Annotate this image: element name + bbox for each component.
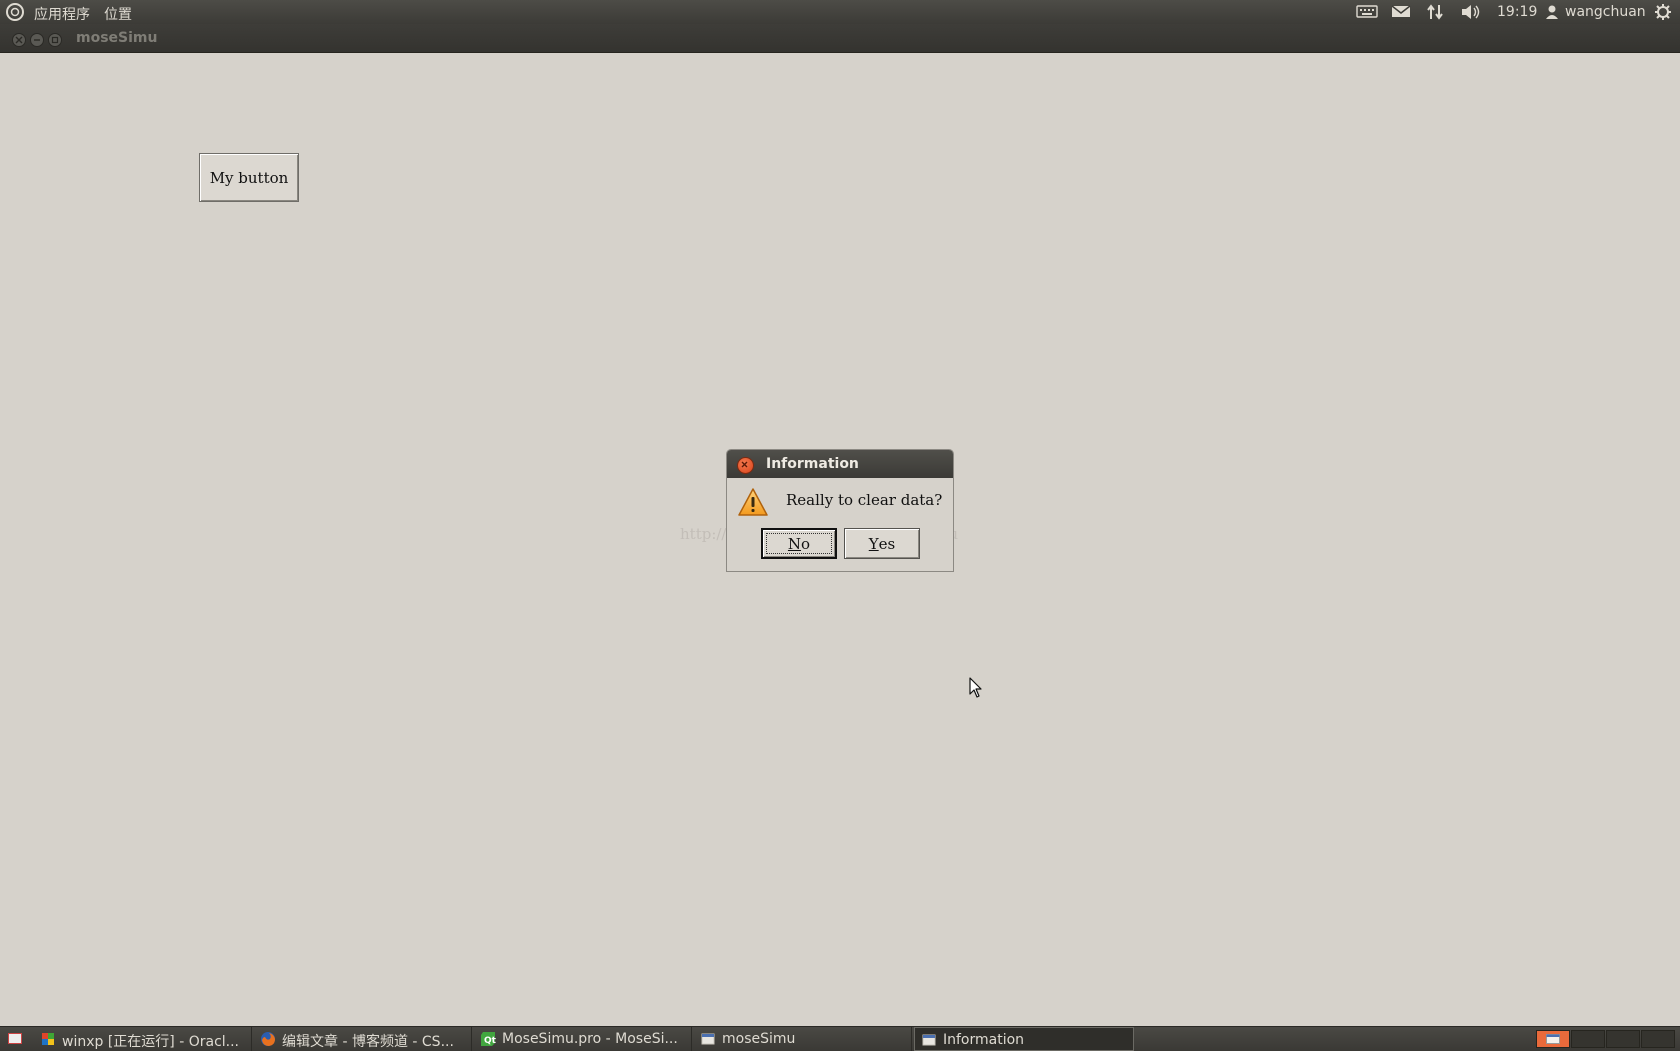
window-minimize-button[interactable] [30,33,44,47]
yes-label-rest: es [878,534,896,553]
workspace-1[interactable] [1536,1030,1570,1048]
user-name: wangchuan [1565,4,1646,20]
window-titlebar[interactable]: moseSimu [0,24,1680,53]
taskbar: winxp [正在运行] - Oracl... 编辑文章 - 博客频道 - CS… [0,1026,1680,1051]
menu-places[interactable]: 位置 [104,4,132,24]
ubuntu-logo-icon[interactable] [6,3,24,21]
task-information[interactable]: Information [914,1027,1134,1051]
dialog-titlebar[interactable]: Information [727,450,953,478]
focus-ring [766,533,832,554]
dialog-close-button[interactable] [737,457,754,474]
menu-applications[interactable]: 应用程序 [34,4,90,24]
mail-icon [1391,5,1411,17]
show-desktop-icon[interactable] [8,1033,22,1044]
task-firefox[interactable]: 编辑文章 - 博客频道 - CS... [254,1027,472,1051]
window-title: moseSimu [76,30,158,46]
minimize-icon [34,39,40,41]
window-icon [1546,1034,1560,1044]
power-icon [1655,4,1671,20]
workspace-3[interactable] [1606,1030,1640,1048]
maximize-icon [51,36,59,44]
information-dialog: Information Really to clear data? No Yes [726,449,954,572]
dialog-message: Really to clear data? [786,491,943,509]
firefox-icon [261,1032,275,1046]
close-icon [741,461,748,468]
warning-icon [738,488,768,516]
task-label: 编辑文章 - 博客频道 - CS... [282,1034,454,1050]
my-button[interactable]: My button [199,153,299,202]
no-button[interactable]: No [761,528,837,559]
svg-text:Qt: Qt [484,1036,496,1046]
task-label: Information [943,1032,1025,1048]
yes-mnemonic: Y [868,534,879,553]
window-icon [922,1034,936,1046]
task-label: winxp [正在运行] - Oracl... [62,1034,240,1050]
task-label: MoseSimu.pro - MoseSi... [502,1031,678,1047]
task-winxp[interactable]: winxp [正在运行] - Oracl... [34,1027,252,1051]
keyboard-icon [1356,5,1378,18]
window-icon [701,1033,715,1045]
window-maximize-button[interactable] [48,33,62,47]
close-icon [15,36,23,44]
mouse-cursor-icon [969,677,982,698]
window-close-button[interactable] [12,33,26,47]
dialog-title: Information [766,456,859,472]
task-qtcreator[interactable]: Qt MoseSimu.pro - MoseSi... [474,1027,692,1051]
user-icon [1546,5,1558,19]
task-mosesimu[interactable]: moseSimu [694,1027,912,1051]
yes-button[interactable]: Yes [844,528,920,559]
network-icon [1427,4,1443,20]
virtualbox-icon [42,1033,54,1045]
clock-time: 19:19 [1497,4,1538,20]
workspace-2[interactable] [1571,1030,1605,1048]
top-panel: 应用程序 位置 19:19 wangchuan [0,0,1680,24]
workspace-4[interactable] [1641,1030,1675,1048]
qtcreator-icon: Qt [481,1032,496,1046]
volume-icon [1462,5,1480,19]
task-label: moseSimu [722,1031,796,1047]
